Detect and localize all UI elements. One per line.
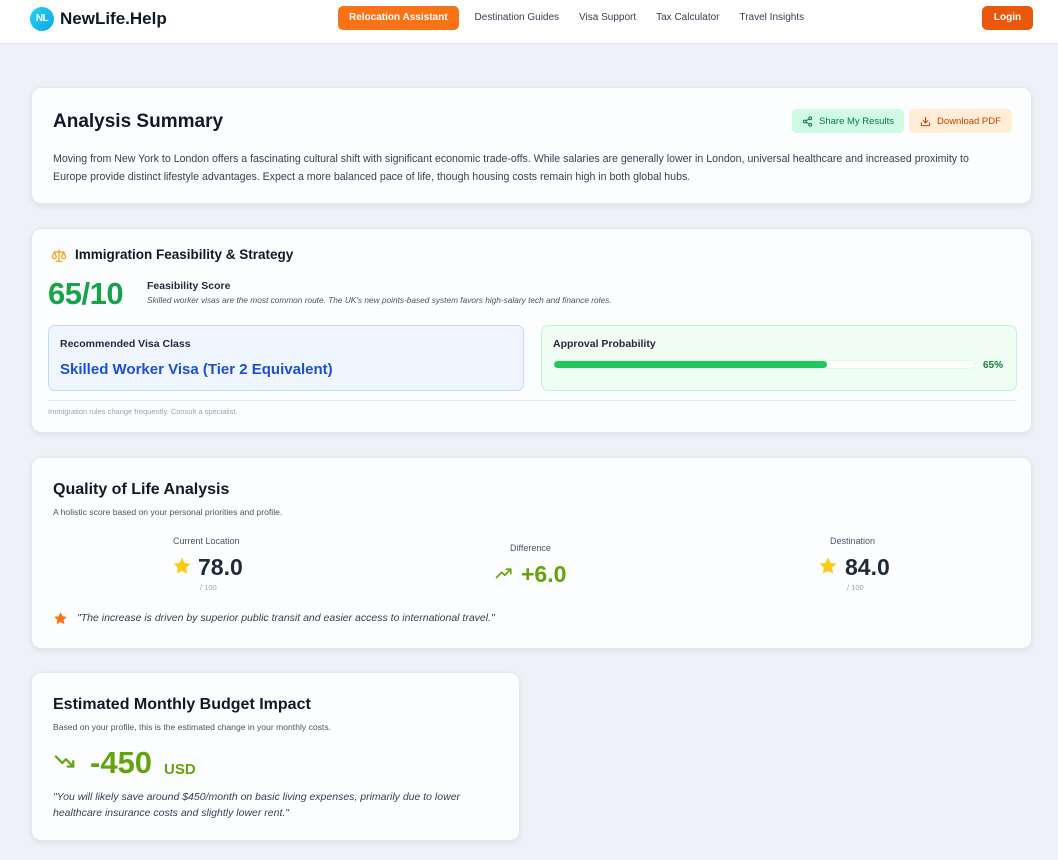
star-icon: [54, 612, 67, 625]
recommended-visa-name: Skilled Worker Visa (Tier 2 Equivalent): [60, 361, 333, 378]
feasibility-score-note: Skilled worker visas are the most common…: [147, 295, 612, 305]
recommended-visa-box: Recommended Visa Class Skilled Worker Vi…: [48, 325, 524, 391]
star-icon: [173, 557, 191, 574]
approval-percent: 65%: [983, 360, 1004, 371]
budget-impact-card: Estimated Monthly Budget Impact Based on…: [31, 672, 520, 841]
immigration-disclaimer: Immigration rules change frequently. Con…: [48, 407, 238, 416]
brand-name: NewLife.Help: [60, 8, 167, 28]
current-location-label: Current Location: [173, 536, 240, 546]
approval-progress-bar: [553, 360, 975, 369]
login-button[interactable]: Login: [982, 6, 1033, 30]
recommended-visa-label: Recommended Visa Class: [60, 338, 191, 350]
immigration-title: Immigration Feasibility & Strategy: [75, 247, 294, 262]
analysis-summary-card: Analysis Summary Share My Results Downlo…: [31, 87, 1032, 204]
qol-note: "The increase is driven by superior publ…: [77, 612, 495, 624]
destination-score: 84.0: [845, 554, 890, 580]
quality-of-life-card: Quality of Life Analysis A holistic scor…: [31, 457, 1032, 649]
difference-label: Difference: [510, 543, 551, 553]
immigration-feasibility-card: Immigration Feasibility & Strategy 65/10…: [31, 228, 1032, 433]
budget-title: Estimated Monthly Budget Impact: [53, 696, 311, 713]
top-navbar: NL NewLife.Help Relocation Assistant Des…: [0, 0, 1058, 44]
budget-amount: -450: [90, 745, 153, 780]
approval-probability-box: Approval Probability 65%: [541, 325, 1017, 391]
approval-probability-label: Approval Probability: [553, 338, 656, 350]
feasibility-score-label: Feasibility Score: [147, 280, 231, 292]
download-pdf-button[interactable]: Download PDF: [909, 109, 1012, 133]
qol-difference: +6.0: [521, 561, 567, 587]
brand-logo[interactable]: NL NewLife.Help: [30, 6, 167, 31]
nav-relocation-assistant[interactable]: Relocation Assistant: [338, 6, 459, 30]
current-location-score: 78.0: [198, 554, 243, 580]
summary-title: Analysis Summary: [53, 111, 224, 132]
budget-note: "You will likely save around $450/month …: [53, 791, 461, 819]
qol-title: Quality of Life Analysis: [53, 481, 230, 498]
destination-max: / 100: [847, 583, 864, 592]
summary-text: Moving from New York to London offers a …: [53, 153, 969, 183]
trending-down-icon: [54, 755, 75, 768]
budget-currency: USD: [164, 761, 196, 778]
share-icon: [802, 115, 813, 127]
trending-up-icon: [495, 568, 512, 579]
nav-travel-insights[interactable]: Travel Insights: [729, 6, 814, 30]
current-location-max: / 100: [200, 583, 217, 592]
share-results-label: Share My Results: [819, 115, 894, 127]
nav-destination-guides[interactable]: Destination Guides: [465, 6, 570, 30]
feasibility-score: 65/10: [48, 276, 124, 311]
qol-subtitle: A holistic score based on your personal …: [53, 507, 283, 517]
destination-label: Destination: [830, 536, 876, 546]
main-nav: Relocation Assistant Destination Guides …: [338, 6, 814, 30]
share-results-button[interactable]: Share My Results: [792, 109, 904, 133]
download-icon: [920, 116, 931, 126]
scales-icon: [51, 249, 67, 262]
logo-badge-icon: NL: [30, 6, 54, 31]
approval-progress-fill: [554, 361, 827, 368]
section-divider: [48, 400, 1017, 401]
star-icon: [819, 557, 837, 574]
budget-subtitle: Based on your profile, this is the estim…: [53, 722, 332, 732]
download-pdf-label: Download PDF: [937, 115, 1001, 127]
nav-visa-support[interactable]: Visa Support: [569, 6, 646, 30]
nav-tax-calculator[interactable]: Tax Calculator: [646, 6, 729, 30]
